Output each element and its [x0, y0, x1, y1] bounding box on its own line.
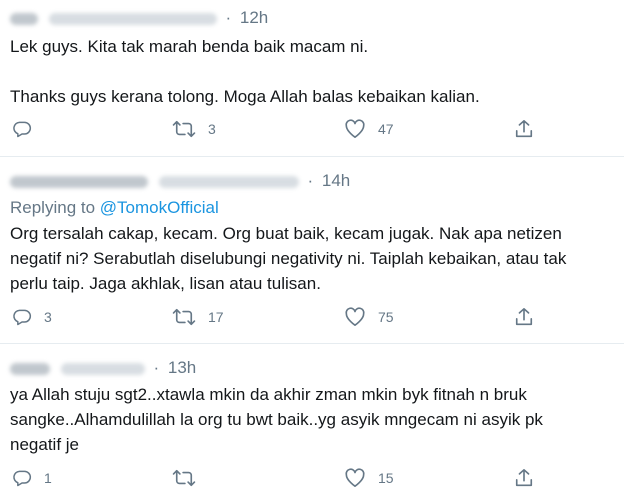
- reply-button[interactable]: [12, 119, 32, 139]
- like-count: 75: [378, 309, 394, 325]
- retweet-button[interactable]: 3: [172, 119, 216, 139]
- tweet-line: Org tersalah cakap, kecam. Org buat baik…: [10, 224, 562, 243]
- tweet-1[interactable]: · 12h Lek guys. Kita tak marah benda bai…: [0, 0, 624, 150]
- like-button[interactable]: 47: [344, 119, 394, 139]
- like-icon: [344, 307, 366, 327]
- retweet-button[interactable]: 17: [172, 307, 224, 327]
- retweet-icon: [172, 468, 196, 488]
- like-count: 47: [378, 121, 394, 137]
- retweet-button[interactable]: [172, 468, 196, 488]
- reply-icon: [12, 468, 32, 488]
- reply-count: 1: [44, 470, 52, 486]
- tweet-paragraph: Thanks guys kerana tolong. Moga Allah ba…: [10, 87, 480, 106]
- share-icon: [514, 468, 534, 488]
- separator-dot: ·: [153, 358, 160, 377]
- retweet-count: 17: [208, 309, 224, 325]
- display-name-redacted: [10, 362, 50, 375]
- like-icon: [344, 119, 366, 139]
- tweet-paragraph: Lek guys. Kita tak marah benda baik maca…: [10, 37, 369, 56]
- replying-to: Replying to @TomokOfficial: [10, 198, 219, 218]
- like-button[interactable]: 75: [344, 307, 394, 327]
- timestamp[interactable]: 12h: [240, 8, 268, 27]
- like-button[interactable]: 15: [344, 468, 394, 488]
- display-name-redacted: [10, 12, 38, 25]
- username-redacted: [60, 362, 145, 375]
- tweet-line: sangke..Alhamdulillah la org tu bwt baik…: [10, 410, 543, 429]
- replying-to-handle[interactable]: @TomokOfficial: [100, 198, 219, 217]
- tweet-text: Org tersalah cakap, kecam. Org buat baik…: [10, 221, 566, 296]
- tweet-line: perlu taip. Jaga akhlak, lisan atau tuli…: [10, 274, 321, 293]
- tweet-header: · 13h: [10, 358, 196, 378]
- share-button[interactable]: [514, 119, 534, 139]
- tweet-line: negatif ni? Serabutlah diselubungi negat…: [10, 249, 567, 268]
- display-name-redacted: [10, 175, 148, 188]
- tweet-actions: 3 17 75: [0, 307, 624, 331]
- share-button[interactable]: [514, 307, 534, 327]
- retweet-icon: [172, 307, 196, 327]
- reply-count: 3: [44, 309, 52, 325]
- share-icon: [514, 307, 534, 327]
- tweet-header: · 14h: [10, 171, 350, 191]
- like-count: 15: [378, 470, 394, 486]
- tweet-line: negatif je: [10, 435, 79, 454]
- tweet-line: ya Allah stuju sgt2..xtawla mkin da akhi…: [10, 385, 527, 404]
- separator-dot: ·: [307, 171, 314, 190]
- share-icon: [514, 119, 534, 139]
- like-icon: [344, 468, 366, 488]
- retweet-icon: [172, 119, 196, 139]
- tweet-actions: 1 15: [0, 468, 624, 492]
- tweet-3[interactable]: · 13h ya Allah stuju sgt2..xtawla mkin d…: [0, 344, 624, 502]
- reply-button[interactable]: 1: [12, 468, 52, 488]
- username-redacted: [158, 175, 299, 188]
- timestamp[interactable]: 14h: [322, 171, 350, 190]
- timestamp[interactable]: 13h: [168, 358, 196, 377]
- tweet-2[interactable]: · 14h Replying to @TomokOfficial Org ter…: [0, 157, 624, 343]
- tweet-text: ya Allah stuju sgt2..xtawla mkin da akhi…: [10, 382, 543, 457]
- username-redacted: [48, 12, 217, 25]
- tweet-header: · 12h: [10, 8, 268, 28]
- share-button[interactable]: [514, 468, 534, 488]
- separator-dot: ·: [225, 8, 232, 27]
- retweet-count: 3: [208, 121, 216, 137]
- reply-icon: [12, 307, 32, 327]
- tweet-actions: 3 47: [0, 119, 624, 143]
- replying-to-label: Replying to: [10, 198, 96, 217]
- reply-button[interactable]: 3: [12, 307, 52, 327]
- reply-icon: [12, 119, 32, 139]
- tweet-text: Lek guys. Kita tak marah benda baik maca…: [10, 34, 480, 109]
